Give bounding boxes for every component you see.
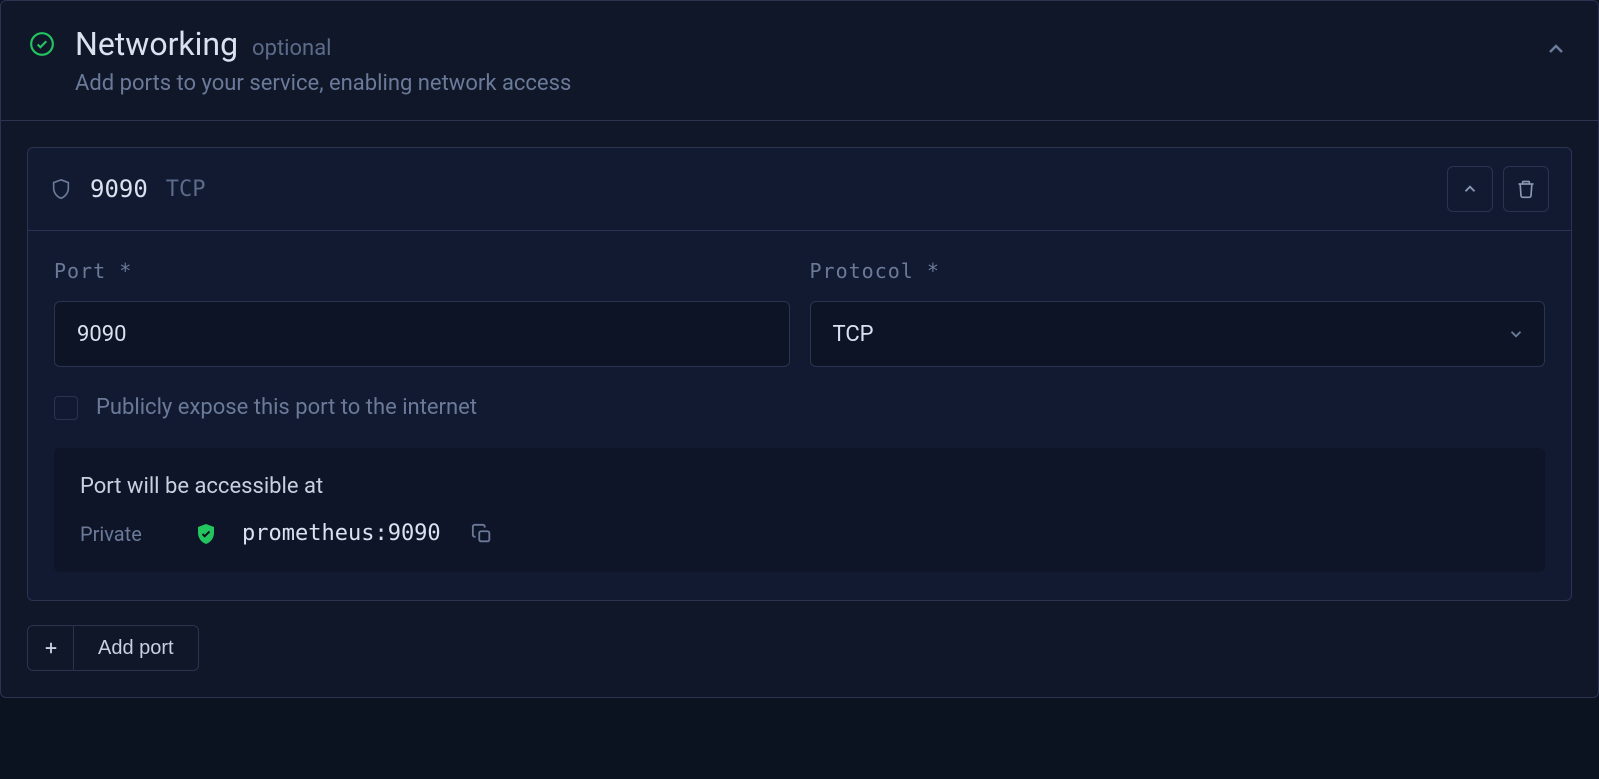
add-port-label: Add port <box>74 637 198 660</box>
collapse-port-button[interactable] <box>1447 166 1493 212</box>
port-input[interactable] <box>54 301 790 367</box>
protocol-select[interactable]: TCP <box>810 301 1546 367</box>
section-title-wrap: Networking optional Add ports to your se… <box>75 25 1542 96</box>
port-card-actions <box>1447 166 1549 212</box>
delete-port-button[interactable] <box>1503 166 1549 212</box>
collapse-section-button[interactable] <box>1542 35 1570 63</box>
access-panel: Port will be accessible at Private prome… <box>54 448 1545 572</box>
chevron-up-icon <box>1544 37 1568 61</box>
copy-icon[interactable] <box>471 523 493 545</box>
port-card-body: Port * Protocol * TCP <box>28 231 1571 600</box>
access-url: prometheus:9090 <box>242 521 441 546</box>
port-label: Port * <box>54 259 790 283</box>
plus-icon <box>28 625 74 671</box>
access-row: Private prometheus:9090 <box>80 521 1519 546</box>
section-header: Networking optional Add ports to your se… <box>1 1 1598 121</box>
access-private-label: Private <box>80 522 170 546</box>
protocol-select-wrap: TCP <box>810 301 1546 367</box>
shield-icon <box>50 178 72 200</box>
access-title: Port will be accessible at <box>80 474 1519 499</box>
protocol-field-group: Protocol * TCP <box>810 259 1546 367</box>
add-port-button[interactable]: Add port <box>27 625 199 671</box>
expose-checkbox-row: Publicly expose this port to the interne… <box>54 395 1545 420</box>
port-field-group: Port * <box>54 259 790 367</box>
protocol-label: Protocol * <box>810 259 1546 283</box>
section-body: 9090 TCP <box>1 121 1598 697</box>
trash-icon <box>1516 179 1536 199</box>
section-subtitle: Add ports to your service, enabling netw… <box>75 71 1542 96</box>
protocol-select-value: TCP <box>833 322 874 347</box>
optional-label: optional <box>252 36 331 61</box>
shield-check-icon <box>194 522 218 546</box>
port-card-header: 9090 TCP <box>28 148 1571 231</box>
port-protocol-display: TCP <box>166 177 206 202</box>
form-row: Port * Protocol * TCP <box>54 259 1545 367</box>
port-card: 9090 TCP <box>27 147 1572 601</box>
section-title: Networking <box>75 25 238 63</box>
networking-section: Networking optional Add ports to your se… <box>0 0 1599 698</box>
chevron-up-icon <box>1461 180 1479 198</box>
expose-checkbox[interactable] <box>54 396 78 420</box>
expose-checkbox-label: Publicly expose this port to the interne… <box>96 395 477 420</box>
check-circle-icon <box>29 31 55 57</box>
port-number-display: 9090 <box>90 175 148 203</box>
